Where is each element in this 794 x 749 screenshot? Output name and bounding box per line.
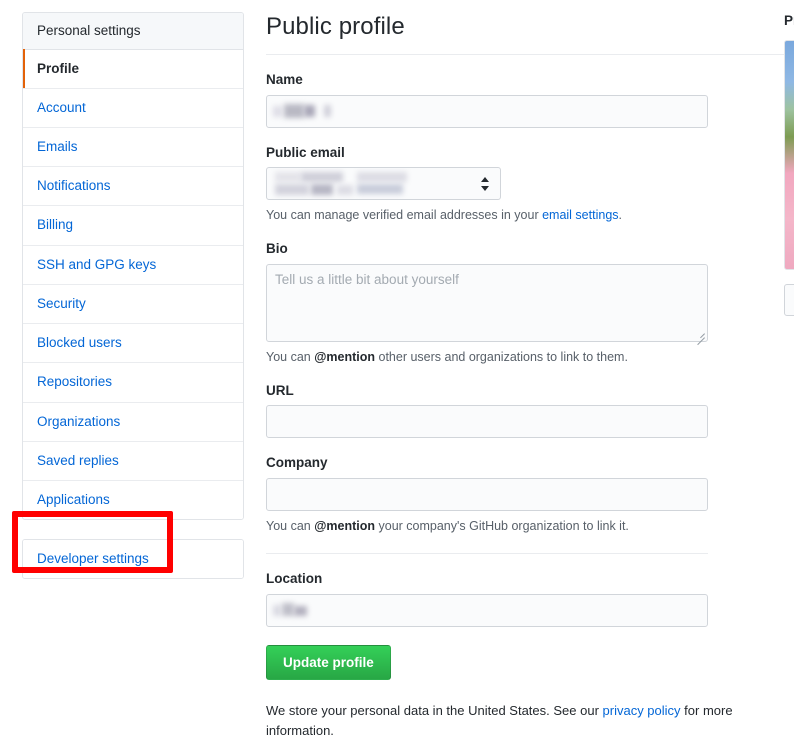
- sidebar-item-ssh-and-gpg-keys[interactable]: SSH and GPG keys: [23, 245, 243, 284]
- company-help: You can @mention your company's GitHub o…: [266, 517, 766, 535]
- mention-keyword: @mention: [314, 519, 375, 533]
- sidebar-item-saved-replies[interactable]: Saved replies: [23, 441, 243, 480]
- sidebar-item-security[interactable]: Security: [23, 284, 243, 323]
- redaction-block: [273, 605, 281, 616]
- redaction-block: [294, 606, 307, 616]
- redaction-block: [275, 184, 309, 195]
- sidebar-group-developer: Developer settings: [22, 539, 244, 579]
- redaction-block: [311, 184, 333, 195]
- sidebar-group-primary: Personal settings Profile Account Emails…: [22, 12, 244, 520]
- field-company: Company You can @mention your company's …: [266, 454, 766, 535]
- help-text-prefix: You can manage verified email addresses …: [266, 208, 542, 222]
- help-text-prefix: You can: [266, 350, 314, 364]
- mention-keyword: @mention: [314, 350, 375, 364]
- sidebar-item-label: Emails: [37, 139, 78, 154]
- field-url: URL: [266, 382, 766, 439]
- redaction-block: [357, 184, 403, 194]
- redaction-block: [282, 603, 294, 616]
- field-location: Location: [266, 570, 766, 627]
- section-divider: [266, 553, 708, 554]
- redaction-block: [284, 104, 304, 118]
- footnote-prefix: We store your personal data in the Unite…: [266, 703, 603, 718]
- sidebar-item-blocked-users[interactable]: Blocked users: [23, 323, 243, 362]
- sidebar-item-label: Account: [37, 100, 86, 115]
- sidebar-item-label: Billing: [37, 217, 73, 232]
- help-text-suffix: your company's GitHub organization to li…: [375, 519, 629, 533]
- sidebar-item-notifications[interactable]: Notifications: [23, 166, 243, 205]
- sidebar-item-label: Profile: [37, 61, 79, 76]
- email-settings-link[interactable]: email settings: [542, 208, 618, 222]
- sidebar-item-developer-settings[interactable]: Developer settings: [23, 540, 243, 578]
- help-text-prefix: You can: [266, 519, 314, 533]
- sidebar-item-label: SSH and GPG keys: [37, 257, 156, 272]
- sidebar-item-label: Notifications: [37, 178, 111, 193]
- profile-picture-title: Profile picture: [784, 12, 794, 30]
- public-email-select-wrap: [266, 167, 501, 200]
- url-input[interactable]: [266, 405, 708, 438]
- sidebar-item-label: Organizations: [37, 414, 120, 429]
- sidebar-item-organizations[interactable]: Organizations: [23, 402, 243, 441]
- redaction-block: [324, 105, 331, 117]
- redaction-block: [275, 172, 301, 182]
- public-email-help: You can manage verified email addresses …: [266, 206, 766, 224]
- select-stepper-icon: [481, 176, 490, 192]
- profile-picture-panel: Profile picture: [784, 12, 794, 316]
- help-text-suffix: other users and organizations to link to…: [375, 350, 628, 364]
- url-label: URL: [266, 382, 766, 400]
- public-profile-form: Public profile Name Public email: [266, 12, 766, 740]
- sidebar-item-label: Blocked users: [37, 335, 122, 350]
- privacy-footnote: We store your personal data in the Unite…: [266, 701, 766, 740]
- sidebar-item-label: Developer settings: [37, 551, 149, 566]
- redaction-block: [337, 185, 353, 195]
- bio-label: Bio: [266, 240, 766, 258]
- sidebar-item-profile[interactable]: Profile: [23, 50, 243, 88]
- redaction-block: [273, 106, 282, 117]
- sidebar-item-label: Security: [37, 296, 86, 311]
- sidebar-item-account[interactable]: Account: [23, 88, 243, 127]
- sidebar-item-billing[interactable]: Billing: [23, 205, 243, 244]
- redaction-block: [301, 172, 343, 182]
- personal-settings-sidebar: Personal settings Profile Account Emails…: [22, 12, 244, 579]
- company-label: Company: [266, 454, 766, 472]
- sidebar-item-label: Applications: [37, 492, 110, 507]
- field-name: Name: [266, 71, 766, 128]
- sidebar-header: Personal settings: [23, 13, 243, 50]
- update-profile-button[interactable]: Update profile: [266, 645, 391, 681]
- sidebar-item-label: Saved replies: [37, 453, 119, 468]
- name-input[interactable]: [266, 95, 708, 128]
- public-email-select[interactable]: [266, 167, 501, 200]
- name-label: Name: [266, 71, 766, 89]
- redaction-block: [304, 105, 315, 117]
- sidebar-item-label: Repositories: [37, 374, 112, 389]
- bio-textarea[interactable]: [266, 264, 708, 342]
- location-input[interactable]: [266, 594, 708, 627]
- sidebar-item-applications[interactable]: Applications: [23, 480, 243, 519]
- field-public-email: Public email You can manage verified ema…: [266, 144, 766, 225]
- page-title: Public profile: [266, 12, 766, 54]
- help-text-suffix: .: [619, 208, 622, 222]
- settings-page: Personal settings Profile Account Emails…: [0, 0, 794, 749]
- title-divider: [266, 54, 790, 55]
- redaction-block: [357, 172, 407, 182]
- company-input[interactable]: [266, 478, 708, 511]
- avatar[interactable]: [784, 40, 794, 270]
- bio-help: You can @mention other users and organiz…: [266, 348, 766, 366]
- privacy-policy-link[interactable]: privacy policy: [603, 703, 681, 718]
- edit-avatar-button[interactable]: [784, 284, 794, 316]
- location-label: Location: [266, 570, 766, 588]
- public-email-label: Public email: [266, 144, 766, 162]
- sidebar-item-repositories[interactable]: Repositories: [23, 362, 243, 401]
- sidebar-item-emails[interactable]: Emails: [23, 127, 243, 166]
- field-bio: Bio You can @mention other users and org…: [266, 240, 766, 366]
